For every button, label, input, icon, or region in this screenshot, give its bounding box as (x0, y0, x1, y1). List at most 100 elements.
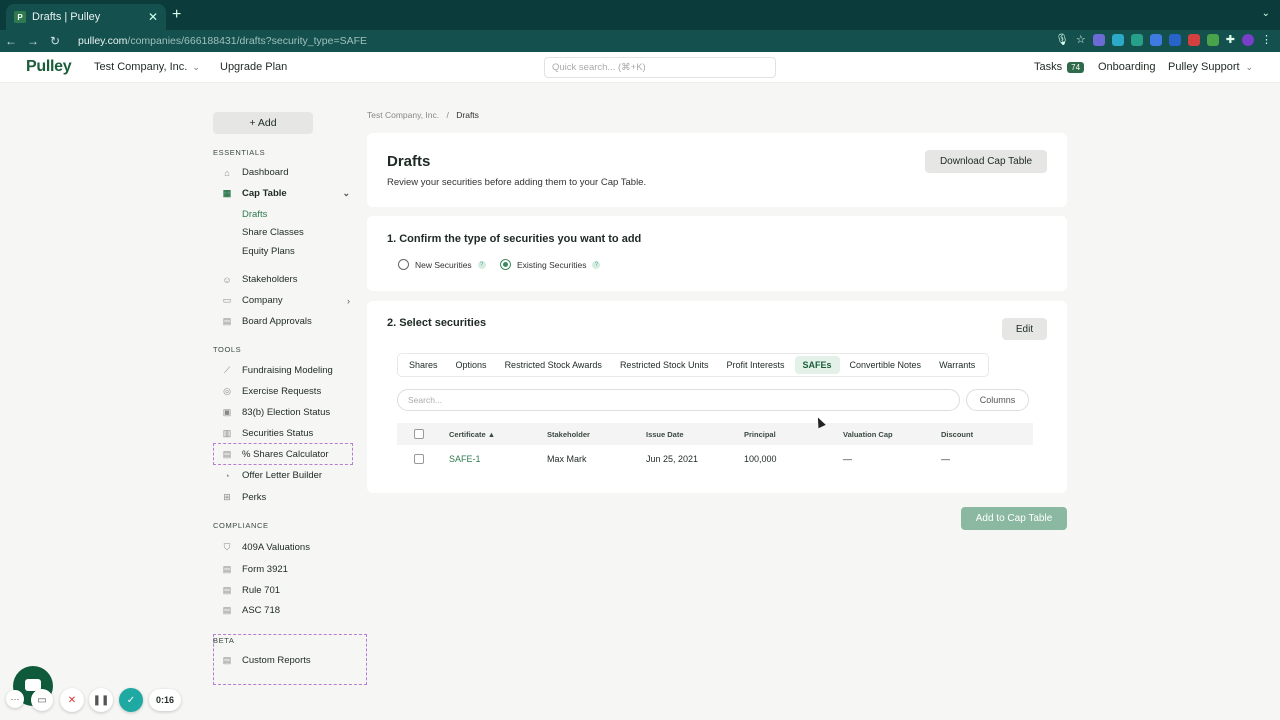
radio-new-securities[interactable]: New Securities? (398, 259, 486, 270)
edit-button[interactable]: Edit (1002, 318, 1047, 340)
extension-icon[interactable] (1149, 33, 1162, 46)
url-host: pulley.com (78, 35, 128, 47)
profile-avatar[interactable] (1242, 33, 1254, 46)
chevron-down-icon: ⌄ (192, 62, 200, 72)
chevron-right-icon: › (347, 295, 350, 306)
column-stakeholder[interactable]: Stakeholder (547, 430, 590, 439)
column-certificate[interactable]: Certificate ▲ (449, 430, 495, 439)
extension-icon[interactable] (1187, 33, 1200, 46)
compliance-label: COMPLIANCE (213, 521, 269, 530)
extension-icon[interactable] (1168, 33, 1181, 46)
sidebar-item-form-3921[interactable]: ▤ Form 3921 (220, 564, 350, 575)
sidebar-item-shares-calculator[interactable]: ▤ % Shares Calculator (220, 449, 350, 460)
help-icon[interactable]: ? (592, 260, 601, 269)
pause-icon[interactable]: ❚❚ (89, 688, 113, 712)
securities-search-input[interactable]: Search... (397, 389, 960, 411)
tasks-link[interactable]: Tasks 74 (1034, 61, 1085, 73)
security-type-tabs: Shares Options Restricted Stock Awards R… (397, 353, 990, 377)
sidebar-item-offer-letter-builder[interactable]: ◔ Offer Letter Builder (220, 470, 350, 481)
tab-warrants[interactable]: Warrants (931, 356, 983, 374)
row-checkbox[interactable] (414, 454, 424, 464)
sidebar-item-83b-election[interactable]: ▣ 83(b) Election Status (220, 407, 350, 418)
tab-search-icon[interactable]: ⌄ (1262, 8, 1270, 19)
new-tab-icon[interactable]: + (172, 6, 181, 24)
select-all-checkbox[interactable] (414, 429, 424, 439)
sidebar-item-409a-valuations[interactable]: ⛉ 409A Valuations (220, 542, 350, 553)
sidebar-item-exercise-requests[interactable]: ◎ Exercise Requests (220, 386, 350, 397)
kebab-menu-icon[interactable]: ⋮ (1261, 33, 1272, 46)
sidebar-item-cap-table[interactable]: ▦ Cap Table ⌄ (220, 188, 350, 199)
step2-title: 2. Select securities (387, 317, 487, 329)
reload-icon[interactable]: ↻ (44, 34, 66, 48)
extension-icon[interactable] (1130, 33, 1143, 46)
discard-recording-icon[interactable]: ✕ (60, 688, 84, 712)
upgrade-plan-link[interactable]: Upgrade Plan (220, 61, 287, 73)
sidebar-subitem-equity-plans[interactable]: Equity Plans (242, 246, 295, 257)
step1-card: 1. Confirm the type of securities you wa… (367, 216, 1067, 291)
certificate-link[interactable]: SAFE-1 (449, 454, 481, 464)
sidebar-item-label: ASC 718 (242, 605, 281, 616)
tab-shares[interactable]: Shares (401, 356, 446, 374)
home-icon: ⌂ (224, 167, 230, 178)
sidebar-item-perks[interactable]: ⊞ Perks (220, 492, 350, 503)
tab-safes[interactable]: SAFEs (794, 356, 840, 374)
browser-tab[interactable]: P Drafts | Pulley ✕ (6, 4, 166, 30)
sidebar-item-rule-701[interactable]: ▤ Rule 701 (220, 585, 350, 596)
column-discount[interactable]: Discount (941, 430, 973, 439)
close-icon[interactable]: ✕ (148, 10, 158, 24)
microphone-icon[interactable]: 🎙 (1055, 33, 1069, 46)
pulley-logo[interactable]: Pulley (26, 58, 72, 76)
sidebar-item-stakeholders[interactable]: ☺ Stakeholders (220, 274, 350, 285)
sidebar-item-fundraising-modeling[interactable]: ⟋ Fundraising Modeling (220, 365, 350, 376)
sidebar-subitem-share-classes[interactable]: Share Classes (242, 227, 304, 238)
download-cap-table-button[interactable]: Download Cap Table (925, 150, 1047, 173)
help-icon[interactable]: ? (477, 260, 486, 269)
puzzle-icon[interactable]: ✚ (1226, 33, 1235, 46)
tasks-count-badge: 74 (1067, 62, 1085, 73)
column-issue-date[interactable]: Issue Date (646, 430, 684, 439)
onboarding-link[interactable]: Onboarding (1098, 61, 1156, 73)
sidebar-item-label: Exercise Requests (242, 386, 322, 397)
extension-icon[interactable] (1111, 33, 1124, 46)
issue-date-cell: Jun 25, 2021 (646, 454, 699, 464)
breadcrumb-company[interactable]: Test Company, Inc. (367, 110, 439, 120)
columns-button[interactable]: Columns (966, 389, 1029, 411)
tab-options[interactable]: Options (448, 356, 495, 374)
tab-restricted-stock-awards[interactable]: Restricted Stock Awards (497, 356, 610, 374)
company-switcher[interactable]: Test Company, Inc. ⌄ (94, 61, 200, 73)
url-field[interactable]: pulley.com/companies/666188431/drafts?se… (78, 33, 1028, 49)
add-button[interactable]: + Add (213, 112, 313, 134)
sidebar-subitem-drafts[interactable]: Drafts (242, 209, 267, 220)
column-valuation-cap[interactable]: Valuation Cap (843, 430, 893, 439)
quick-search-input[interactable]: Quick search... (⌘+K) (544, 57, 776, 78)
sidebar-item-label: % Shares Calculator (242, 449, 329, 460)
sidebar-item-company[interactable]: ▭ Company › (220, 295, 350, 306)
sidebar-item-securities-status[interactable]: ▥ Securities Status (220, 428, 350, 439)
column-label: Certificate (449, 430, 486, 439)
document-icon: ▤ (222, 316, 232, 326)
star-icon[interactable]: ☆ (1076, 33, 1086, 46)
camera-toggle-icon[interactable]: ▭ (31, 689, 53, 711)
sidebar-item-board-approvals[interactable]: ▤ Board Approvals (220, 316, 350, 327)
more-icon[interactable]: ⋯ (6, 690, 24, 708)
radio-existing-securities[interactable]: Existing Securities? (500, 259, 601, 270)
add-to-cap-table-button[interactable]: Add to Cap Table (961, 507, 1067, 530)
extension-icon[interactable] (1092, 33, 1105, 46)
forward-icon[interactable]: → (22, 34, 44, 48)
tab-convertible-notes[interactable]: Convertible Notes (842, 356, 930, 374)
tab-profit-interests[interactable]: Profit Interests (718, 356, 792, 374)
extension-icon[interactable] (1206, 33, 1219, 46)
tab-restricted-stock-units[interactable]: Restricted Stock Units (612, 356, 717, 374)
sidebar-item-asc-718[interactable]: ▤ ASC 718 (220, 605, 350, 616)
browser-tab-bar: P Drafts | Pulley ✕ + ⌄ (0, 0, 1280, 30)
sidebar-item-custom-reports[interactable]: ▤ Custom Reports (220, 655, 350, 666)
sidebar-item-label: 83(b) Election Status (242, 407, 331, 418)
radio-unchecked[interactable] (398, 259, 409, 270)
sidebar-item-dashboard[interactable]: ⌂ Dashboard (220, 167, 350, 178)
column-principal[interactable]: Principal (744, 430, 776, 439)
radio-checked[interactable] (500, 259, 511, 270)
back-icon[interactable]: ← (0, 34, 22, 48)
chevron-down-icon: ⌄ (342, 188, 350, 198)
finish-recording-check-icon[interactable]: ✓ (119, 688, 143, 712)
pulley-support-menu[interactable]: Pulley Support ⌄ (1168, 61, 1253, 73)
